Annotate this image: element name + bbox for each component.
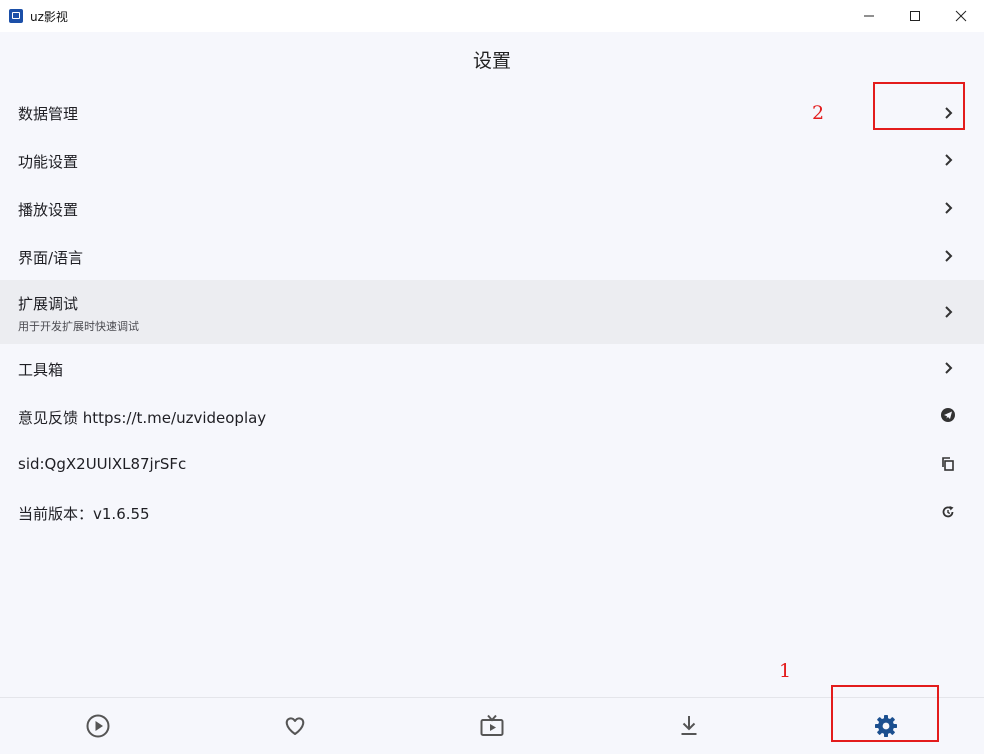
app-logo-icon <box>9 9 23 23</box>
nav-tv-button[interactable] <box>394 698 590 754</box>
settings-item-label: 界面/语言 <box>18 249 84 267</box>
nav-play-button[interactable] <box>0 698 196 754</box>
copy-icon[interactable] <box>940 456 956 472</box>
settings-item-sid[interactable]: sid:QgX2UUlXL87jrSFc <box>0 441 984 489</box>
tv-icon <box>480 714 504 736</box>
minimize-button[interactable] <box>846 0 892 32</box>
settings-item-version[interactable]: 当前版本：v1.6.55 <box>0 489 984 537</box>
window-title: uz影视 <box>30 10 68 24</box>
annotation-number-2: 2 <box>812 102 825 124</box>
heart-icon <box>285 717 305 735</box>
minimize-icon <box>864 15 874 17</box>
settings-item-features[interactable]: 功能设置 <box>0 137 984 185</box>
chevron-right-icon <box>940 248 956 264</box>
nav-favorites-button[interactable] <box>197 698 393 754</box>
telegram-icon[interactable] <box>940 407 956 423</box>
settings-item-label: 意见反馈 https://t.me/uzvideoplay <box>18 409 267 427</box>
close-icon <box>955 10 967 22</box>
settings-item-data-management[interactable]: 数据管理 <box>0 89 984 137</box>
nav-download-button[interactable] <box>591 698 787 754</box>
settings-item-label: 当前版本：v1.6.55 <box>18 505 150 523</box>
download-icon <box>681 716 697 735</box>
settings-item-label: sid:QgX2UUlXL87jrSFc <box>18 455 187 473</box>
settings-item-extension-debug[interactable]: 扩展调试 用于开发扩展时快速调试 <box>0 280 984 344</box>
annotation-box-1 <box>831 685 939 742</box>
chevron-right-icon <box>940 304 956 320</box>
page-title: 设置 <box>472 50 511 72</box>
settings-item-feedback[interactable]: 意见反馈 https://t.me/uzvideoplay <box>0 393 984 441</box>
settings-item-label: 播放设置 <box>18 201 79 219</box>
settings-item-playback[interactable]: 播放设置 <box>0 185 984 233</box>
settings-item-label: 扩展调试 <box>18 295 79 313</box>
play-circle-icon <box>86 714 110 738</box>
window-titlebar: uz影视 <box>0 0 984 32</box>
chevron-right-icon <box>940 360 956 376</box>
settings-item-sublabel: 用于开发扩展时快速调试 <box>18 320 139 333</box>
close-button[interactable] <box>938 0 984 32</box>
annotation-box-2 <box>873 82 965 130</box>
maximize-button[interactable] <box>892 0 938 32</box>
settings-item-label: 工具箱 <box>18 361 64 379</box>
settings-item-label: 功能设置 <box>18 153 79 171</box>
settings-item-label: 数据管理 <box>18 105 79 123</box>
refresh-icon[interactable] <box>940 504 956 520</box>
annotation-number-1: 1 <box>779 660 792 682</box>
settings-item-interface-language[interactable]: 界面/语言 <box>0 233 984 281</box>
settings-item-toolbox[interactable]: 工具箱 <box>0 345 984 393</box>
maximize-icon <box>910 11 920 21</box>
chevron-right-icon <box>940 152 956 168</box>
chevron-right-icon <box>940 200 956 216</box>
